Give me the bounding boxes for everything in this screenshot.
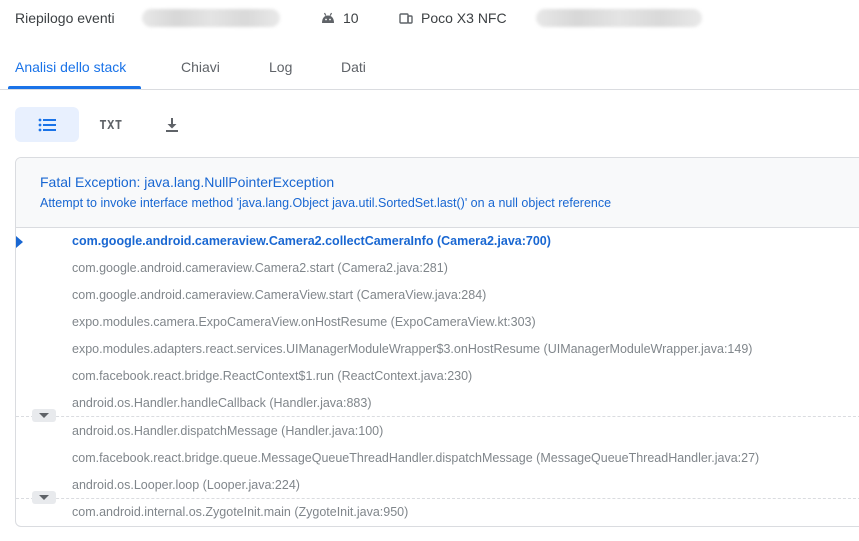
list-view-button[interactable] xyxy=(15,107,79,142)
exception-message: Attempt to invoke interface method 'java… xyxy=(40,196,612,210)
stack-frame[interactable]: com.facebook.react.bridge.ReactContext$1… xyxy=(72,369,472,383)
exception-header: Fatal Exception: java.lang.NullPointerEx… xyxy=(16,158,859,228)
text-view-button[interactable]: TXT xyxy=(95,107,127,142)
stack-frame[interactable]: com.google.android.cameraview.CameraView… xyxy=(72,288,486,302)
redacted-app-name xyxy=(142,9,280,27)
expand-frames-button[interactable] xyxy=(32,491,56,504)
device-model-value: Poco X3 NFC xyxy=(421,10,507,26)
chevron-down-icon xyxy=(39,495,49,500)
phone-icon xyxy=(399,13,413,24)
collapsed-frames-separator xyxy=(16,498,859,499)
stack-frame[interactable]: com.android.internal.os.ZygoteInit.main … xyxy=(72,505,408,519)
stack-frame[interactable]: android.os.Handler.dispatchMessage (Hand… xyxy=(72,424,383,438)
stack-frame[interactable]: expo.modules.adapters.react.services.UIM… xyxy=(72,342,752,356)
current-frame-marker xyxy=(16,236,23,248)
download-icon xyxy=(166,117,178,132)
stack-frame[interactable]: com.google.android.cameraview.Camera2.co… xyxy=(72,234,551,248)
device-model: Poco X3 NFC xyxy=(399,10,507,26)
tab-log[interactable]: Log xyxy=(269,59,292,75)
collapsed-frames-separator xyxy=(16,416,859,417)
expand-frames-button[interactable] xyxy=(32,409,56,422)
active-tab-indicator xyxy=(8,86,141,89)
tab-keys[interactable]: Chiavi xyxy=(181,59,220,75)
tab-data[interactable]: Dati xyxy=(341,59,366,75)
event-summary-bar: Riepilogo eventi 10 Poco X3 NFC xyxy=(0,0,859,40)
stack-trace-panel: Fatal Exception: java.lang.NullPointerEx… xyxy=(15,157,859,527)
redacted-device-id xyxy=(536,9,702,27)
page-title: Riepilogo eventi xyxy=(15,10,115,26)
android-version-value: 10 xyxy=(343,10,359,26)
list-icon xyxy=(38,118,56,131)
stack-frame[interactable]: android.os.Handler.handleCallback (Handl… xyxy=(72,396,372,410)
android-version: 10 xyxy=(321,10,359,26)
chevron-down-icon xyxy=(39,413,49,418)
download-button[interactable] xyxy=(156,107,188,142)
tab-bar: Analisi dello stack Chiavi Log Dati xyxy=(0,44,859,90)
stack-frame[interactable]: expo.modules.camera.ExpoCameraView.onHos… xyxy=(72,315,536,329)
tab-stack-trace[interactable]: Analisi dello stack xyxy=(15,59,126,75)
exception-title: Fatal Exception: java.lang.NullPointerEx… xyxy=(40,174,335,190)
stack-frame[interactable]: android.os.Looper.loop (Looper.java:224) xyxy=(72,478,300,492)
stack-frame[interactable]: com.facebook.react.bridge.queue.MessageQ… xyxy=(72,451,759,465)
stack-frame[interactable]: com.google.android.cameraview.Camera2.st… xyxy=(72,261,448,275)
android-icon xyxy=(322,12,334,23)
